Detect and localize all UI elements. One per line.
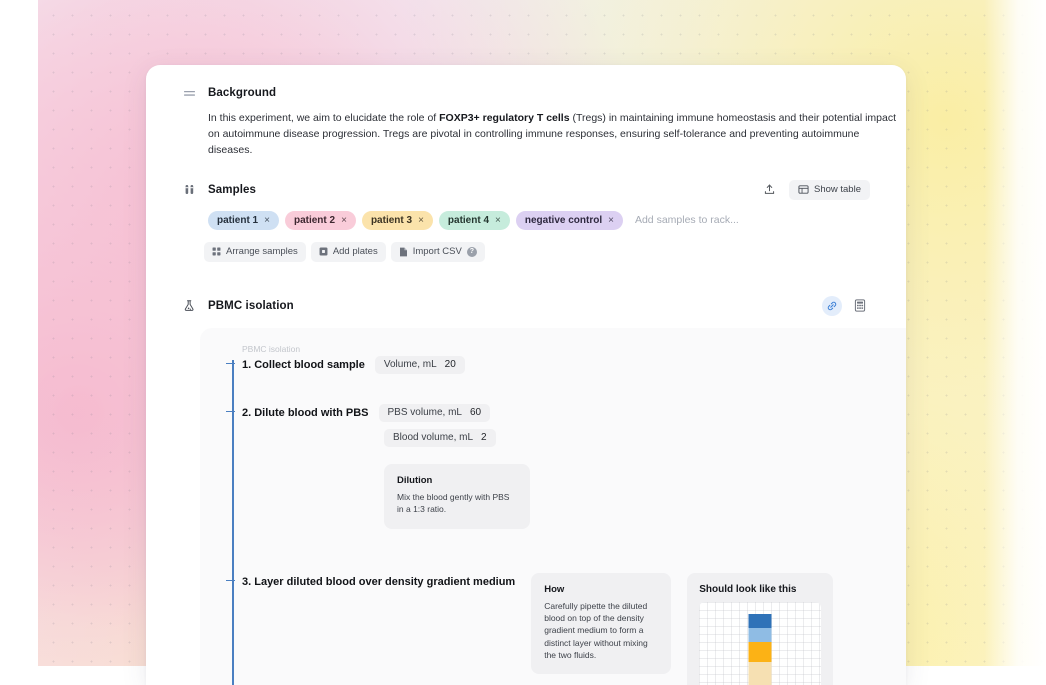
- experiment-card: Background In this experiment, we aim to…: [146, 65, 906, 685]
- param-volume-ml[interactable]: Volume, mL 20: [375, 356, 465, 374]
- import-csv-label: Import CSV: [413, 246, 462, 257]
- background-right-fade: [984, 0, 1046, 666]
- flask-icon: [182, 299, 196, 313]
- param-pbs-volume-ml[interactable]: PBS volume, mL 60: [379, 404, 491, 422]
- sample-chip-label: negative control: [525, 215, 602, 226]
- tube-cap-layer: [749, 614, 772, 628]
- centrifuge-tube-figure: [699, 602, 821, 685]
- step-1-title[interactable]: 1. Collect blood sample: [242, 359, 365, 371]
- add-plates-button[interactable]: Add plates: [311, 242, 386, 262]
- tube-buffy-coat-layer: [749, 642, 772, 662]
- samples-section-header: Samples Show table: [182, 180, 870, 200]
- background-text-bold: FOXP3+ regulatory T cells: [439, 112, 569, 124]
- step-2-title[interactable]: 2. Dilute blood with PBS: [242, 407, 369, 419]
- show-table-label: Show table: [814, 184, 861, 195]
- how-note-body: Carefully pipette the diluted blood on t…: [544, 600, 658, 662]
- sample-chip-patient-4[interactable]: patient 4 ×: [439, 211, 510, 230]
- arrange-samples-button[interactable]: Arrange samples: [204, 242, 306, 262]
- link-icon[interactable]: [822, 296, 842, 316]
- close-icon[interactable]: ×: [418, 215, 424, 226]
- background-text: In this experiment, we aim to elucidate …: [208, 111, 898, 159]
- step-3-title[interactable]: 3. Layer diluted blood over density grad…: [242, 576, 515, 588]
- protocol-step-1: 1. Collect blood sample Volume, mL 20: [242, 356, 906, 374]
- protocol-panel: PBMC isolation 1. Collect blood sample V…: [200, 328, 906, 685]
- param-value: 20: [445, 359, 456, 370]
- step-2-row: 2. Dilute blood with PBS PBS volume, mL …: [242, 404, 906, 422]
- dilution-note-card: Dilution Mix the blood gently with PBS i…: [384, 464, 530, 529]
- pbmc-toolbar: [822, 296, 870, 316]
- sample-chip-patient-3[interactable]: patient 3 ×: [362, 211, 433, 230]
- close-icon[interactable]: ×: [341, 215, 347, 226]
- plate-icon: [319, 247, 328, 256]
- step-tick: [226, 580, 235, 582]
- protocol-panel-label: PBMC isolation: [242, 344, 906, 354]
- sample-chip-label: patient 4: [448, 215, 489, 226]
- sample-chip-label: patient 3: [371, 215, 412, 226]
- sample-chip-label: patient 1: [217, 215, 258, 226]
- sample-chip-patient-2[interactable]: patient 2 ×: [285, 211, 356, 230]
- step-3-row: 3. Layer diluted blood over density grad…: [242, 573, 906, 685]
- sample-chip-negative-control[interactable]: negative control ×: [516, 211, 623, 230]
- param-label: Volume, mL: [384, 359, 437, 370]
- step-tick: [226, 363, 235, 365]
- table-icon: [798, 184, 809, 195]
- show-table-button[interactable]: Show table: [789, 180, 870, 200]
- should-look-like-title: Should look like this: [699, 584, 821, 595]
- close-icon[interactable]: ×: [608, 215, 614, 226]
- step-2-second-row: Blood volume, mL 2: [384, 429, 906, 447]
- tube-plasma-layer: [749, 628, 772, 642]
- step-1-row: 1. Collect blood sample Volume, mL 20: [242, 356, 906, 374]
- step-tick: [226, 411, 235, 413]
- background-section-header: Background: [182, 86, 870, 100]
- menu-lines-icon[interactable]: [182, 86, 196, 100]
- centrifuge-tube-icon: [749, 614, 772, 685]
- close-icon[interactable]: ×: [495, 215, 501, 226]
- sample-tubes-icon: [182, 183, 196, 197]
- close-icon[interactable]: ×: [264, 215, 270, 226]
- param-blood-volume-ml[interactable]: Blood volume, mL 2: [384, 429, 496, 447]
- tube-density-gradient-layer: [749, 662, 772, 685]
- protocol-step-2: 2. Dilute blood with PBS PBS volume, mL …: [242, 404, 906, 529]
- background-left-strip: [0, 0, 38, 666]
- protocol-step-3: 3. Layer diluted blood over density grad…: [242, 573, 906, 685]
- param-value: 60: [470, 407, 481, 418]
- pbmc-title: PBMC isolation: [208, 300, 294, 312]
- upload-icon[interactable]: [759, 180, 781, 200]
- add-samples-input[interactable]: Add samples to rack...: [635, 214, 739, 226]
- pbmc-isolation-section: PBMC isolation: [182, 296, 870, 685]
- samples-toolbar: Show table: [759, 180, 870, 200]
- samples-section: Samples Show table: [182, 180, 870, 262]
- background-section: Background In this experiment, we aim to…: [182, 65, 870, 159]
- file-icon: [399, 247, 408, 257]
- param-value: 2: [481, 432, 487, 443]
- add-plates-label: Add plates: [333, 246, 378, 257]
- calculator-icon[interactable]: [850, 296, 870, 316]
- sample-chip-label: patient 2: [294, 215, 335, 226]
- background-text-part1: In this experiment, we aim to elucidate …: [208, 112, 439, 124]
- should-look-like-card: Should look like this: [687, 573, 833, 685]
- samples-action-bar: Arrange samples Add plates: [204, 242, 870, 262]
- how-note-title: How: [544, 584, 658, 595]
- how-note-card: How Carefully pipette the diluted blood …: [531, 573, 671, 675]
- arrange-samples-label: Arrange samples: [226, 246, 298, 257]
- protocol-timeline-rail: [232, 360, 234, 685]
- samples-title: Samples: [208, 184, 256, 196]
- sample-chips-row: patient 1 × patient 2 × patient 3 × pati…: [208, 211, 870, 230]
- param-label: PBS volume, mL: [388, 407, 462, 418]
- dilution-note-body: Mix the blood gently with PBS in a 1:3 r…: [397, 491, 517, 516]
- sample-chip-patient-1[interactable]: patient 1 ×: [208, 211, 279, 230]
- import-csv-button[interactable]: Import CSV ?: [391, 242, 485, 262]
- page-title: Background: [208, 87, 276, 99]
- param-label: Blood volume, mL: [393, 432, 473, 443]
- pbmc-section-header: PBMC isolation: [182, 296, 870, 316]
- grid-icon: [212, 247, 221, 256]
- step-3-title-wrap: 3. Layer diluted blood over density grad…: [242, 573, 515, 592]
- dilution-note-title: Dilution: [397, 475, 517, 486]
- help-icon[interactable]: ?: [467, 247, 477, 257]
